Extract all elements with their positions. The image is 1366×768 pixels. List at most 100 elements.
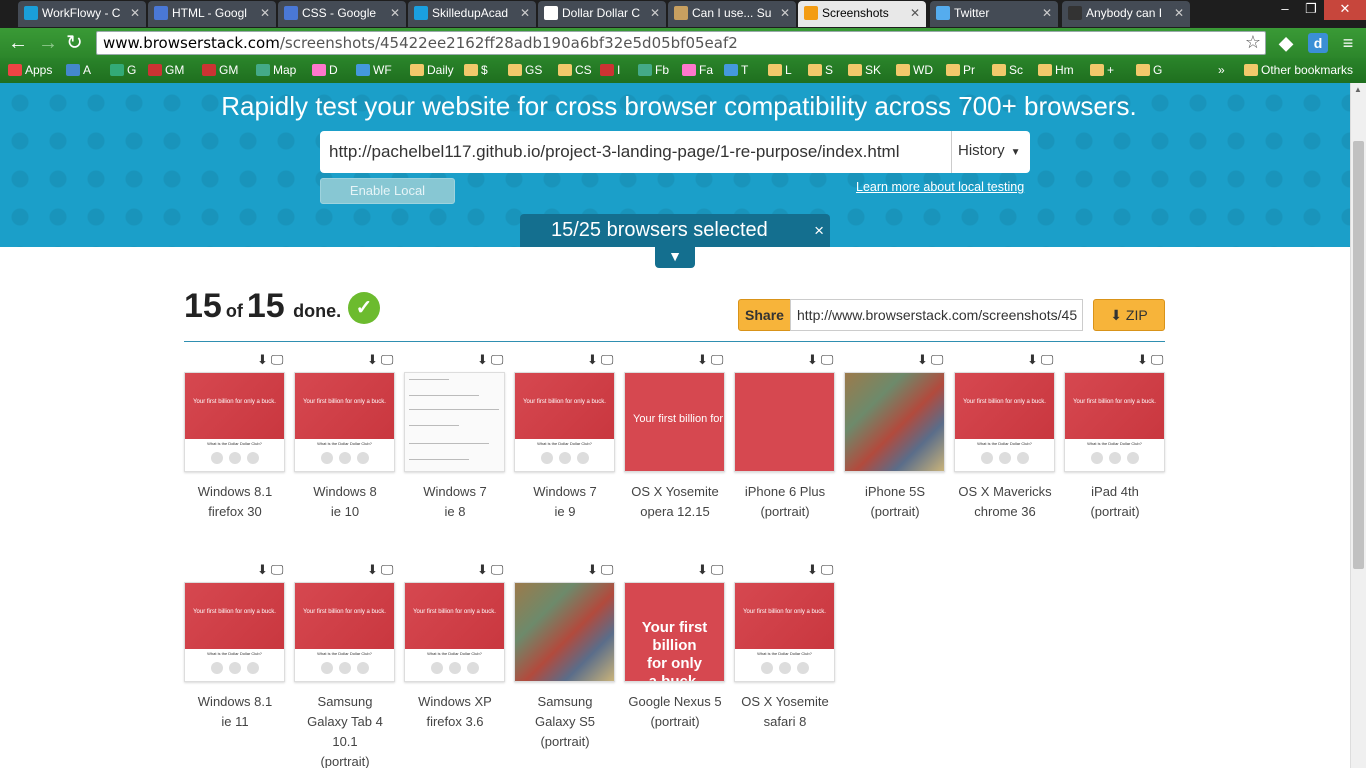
- download-icon[interactable]: ⬇: [697, 352, 708, 367]
- screenshot-thumbnail[interactable]: Your first billion for only a buck. What …: [294, 582, 395, 682]
- bookmark-item[interactable]: GM: [202, 62, 238, 79]
- screenshot-thumbnail[interactable]: Your first billion for only a buck. What …: [514, 372, 615, 472]
- bookmark-item[interactable]: Pr: [946, 62, 975, 79]
- monitor-icon[interactable]: 🖵: [601, 352, 614, 367]
- screenshot-thumbnail[interactable]: [514, 582, 615, 682]
- download-icon[interactable]: ⬇: [697, 562, 708, 577]
- monitor-icon[interactable]: 🖵: [271, 562, 284, 577]
- browser-tab[interactable]: CSS - Google ✕: [278, 1, 406, 27]
- browser-tab[interactable]: HTML - Googl ✕: [148, 1, 276, 27]
- bookmark-item[interactable]: G: [1136, 62, 1162, 79]
- back-arrow-icon[interactable]: ←: [8, 32, 28, 54]
- download-icon[interactable]: ⬇: [1137, 352, 1148, 367]
- download-icon[interactable]: ⬇: [477, 562, 488, 577]
- screenshot-thumbnail[interactable]: Your first billion for only a buck. What …: [184, 372, 285, 472]
- learn-local-testing-link[interactable]: Learn more about local testing: [856, 180, 1024, 194]
- address-bar[interactable]: www.browserstack.com/screenshots/45422ee…: [96, 31, 1266, 55]
- tab-close-icon[interactable]: ✕: [130, 1, 140, 25]
- browser-tab[interactable]: SkilledupAcad ✕: [408, 1, 536, 27]
- screenshot-thumbnail[interactable]: Your first billion for only a buck.: [624, 582, 725, 682]
- download-icon[interactable]: ⬇: [807, 562, 818, 577]
- bookmark-item[interactable]: Apps: [8, 62, 52, 79]
- window-close-icon[interactable]: ✕: [1324, 0, 1366, 20]
- monitor-icon[interactable]: 🖵: [601, 562, 614, 577]
- monitor-icon[interactable]: 🖵: [381, 562, 394, 577]
- bookmark-item[interactable]: G: [110, 62, 136, 79]
- download-icon[interactable]: ⬇: [257, 352, 268, 367]
- menu-icon[interactable]: ≡: [1338, 33, 1358, 53]
- expand-chevron-icon[interactable]: ▼: [655, 247, 695, 268]
- browser-tab[interactable]: Can I use... Su ✕: [668, 1, 796, 27]
- screenshot-thumbnail[interactable]: Your first billion for only a buck. What …: [404, 582, 505, 682]
- screenshot-thumbnail[interactable]: Your first billion for only a buck. What …: [184, 582, 285, 682]
- monitor-icon[interactable]: 🖵: [1041, 352, 1054, 367]
- tab-close-icon[interactable]: ✕: [1042, 1, 1052, 25]
- bookmark-item[interactable]: Fb: [638, 62, 669, 79]
- screenshot-thumbnail[interactable]: Your first billion for only a buck. What …: [954, 372, 1055, 472]
- tab-close-icon[interactable]: ✕: [520, 1, 530, 25]
- download-icon[interactable]: ⬇: [1027, 352, 1038, 367]
- download-icon[interactable]: ⬇: [257, 562, 268, 577]
- monitor-icon[interactable]: 🖵: [491, 352, 504, 367]
- download-icon[interactable]: ⬇: [367, 352, 378, 367]
- bookmark-star-icon[interactable]: ☆: [1245, 32, 1261, 54]
- screenshot-thumbnail[interactable]: Your first billion for only a buck.: [624, 372, 725, 472]
- monitor-icon[interactable]: 🖵: [711, 352, 724, 367]
- browser-tab[interactable]: Dollar Dollar C ✕: [538, 1, 666, 27]
- vpn-extension-icon[interactable]: ◆: [1276, 33, 1296, 53]
- monitor-icon[interactable]: 🖵: [271, 352, 284, 367]
- bookmark-item[interactable]: T: [724, 62, 748, 79]
- bookmark-item[interactable]: GM: [148, 62, 184, 79]
- download-icon[interactable]: ⬇: [917, 352, 928, 367]
- screenshot-thumbnail[interactable]: [734, 372, 835, 472]
- other-bookmarks[interactable]: Other bookmarks: [1244, 62, 1353, 79]
- reload-icon[interactable]: ↻: [66, 32, 83, 54]
- scrollbar-thumb[interactable]: [1353, 141, 1364, 569]
- bookmark-item[interactable]: WF: [356, 62, 392, 79]
- enable-local-button[interactable]: Enable Local: [320, 178, 455, 204]
- bookmark-item[interactable]: Map: [256, 62, 296, 79]
- browser-tab[interactable]: Twitter ✕: [930, 1, 1058, 27]
- monitor-icon[interactable]: 🖵: [821, 352, 834, 367]
- bookmark-item[interactable]: WD: [896, 62, 933, 79]
- close-icon[interactable]: ×: [814, 214, 824, 247]
- zip-download-button[interactable]: ⬇ ZIP: [1093, 299, 1165, 331]
- download-icon[interactable]: ⬇: [477, 352, 488, 367]
- monitor-icon[interactable]: 🖵: [491, 562, 504, 577]
- bookmark-item[interactable]: Sc: [992, 62, 1023, 79]
- bookmarks-overflow-chevron[interactable]: »: [1218, 62, 1225, 79]
- browser-tab[interactable]: Anybody can I ✕: [1062, 1, 1190, 27]
- delicious-extension-icon[interactable]: d: [1308, 33, 1328, 53]
- tab-close-icon[interactable]: ✕: [1174, 1, 1184, 25]
- bookmark-item[interactable]: S: [808, 62, 833, 79]
- monitor-icon[interactable]: 🖵: [711, 562, 724, 577]
- browsers-selected-bar[interactable]: 15/25 browsers selected ×: [520, 214, 830, 247]
- download-icon[interactable]: ⬇: [367, 562, 378, 577]
- share-button[interactable]: Share: [738, 299, 791, 331]
- tab-close-icon[interactable]: ✕: [650, 1, 660, 25]
- bookmark-item[interactable]: GS: [508, 62, 542, 79]
- screenshot-thumbnail[interactable]: [404, 372, 505, 472]
- screenshot-thumbnail[interactable]: Your first billion for only a buck. What …: [734, 582, 835, 682]
- bookmark-item[interactable]: A: [66, 62, 91, 79]
- bookmark-item[interactable]: Fa: [682, 62, 713, 79]
- history-dropdown[interactable]: History ▼: [951, 131, 1030, 173]
- browser-tab[interactable]: WorkFlowy - C ✕: [18, 1, 146, 27]
- monitor-icon[interactable]: 🖵: [1151, 352, 1164, 367]
- tab-close-icon[interactable]: ✕: [910, 1, 920, 25]
- bookmark-item[interactable]: Daily: [410, 62, 454, 79]
- download-icon[interactable]: ⬇: [587, 352, 598, 367]
- share-url-field[interactable]: http://www.browserstack.com/screenshots/…: [790, 299, 1083, 331]
- monitor-icon[interactable]: 🖵: [381, 352, 394, 367]
- bookmark-item[interactable]: SK: [848, 62, 881, 79]
- maximize-icon[interactable]: ❐: [1298, 0, 1324, 20]
- download-icon[interactable]: ⬇: [807, 352, 818, 367]
- screenshot-thumbnail[interactable]: Your first billion for only a buck. What …: [1064, 372, 1165, 472]
- forward-arrow-icon[interactable]: →: [38, 32, 58, 54]
- browser-tab[interactable]: Screenshots ✕: [798, 1, 926, 27]
- bookmark-item[interactable]: +: [1090, 62, 1114, 79]
- bookmark-item[interactable]: CS: [558, 62, 592, 79]
- bookmark-item[interactable]: L: [768, 62, 792, 79]
- tab-close-icon[interactable]: ✕: [780, 1, 790, 25]
- monitor-icon[interactable]: 🖵: [931, 352, 944, 367]
